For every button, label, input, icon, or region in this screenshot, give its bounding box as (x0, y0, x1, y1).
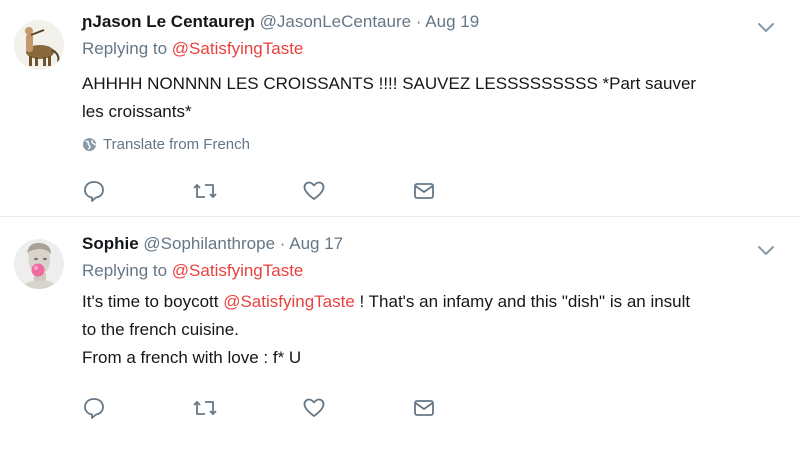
translate-link[interactable]: Translate from French (82, 136, 780, 153)
like-button[interactable] (302, 395, 412, 421)
tweet-text-segment: It's time to boycott (82, 292, 224, 311)
display-name[interactable]: ɲJason Le Centaureɲ (82, 12, 255, 31)
replying-to-mention[interactable]: @SatisfyingTaste (172, 39, 304, 58)
avatar[interactable] (14, 239, 64, 289)
reply-button[interactable] (82, 395, 192, 421)
like-icon (303, 181, 325, 200)
direct-message-button[interactable] (412, 178, 522, 204)
chevron-down-icon (758, 246, 774, 255)
replying-to: Replying to @SatisfyingTaste (82, 258, 780, 284)
retweet-icon (193, 184, 217, 198)
reply-button[interactable] (82, 178, 192, 204)
replying-to: Replying to @SatisfyingTaste (82, 36, 780, 62)
centaur-avatar-icon (14, 20, 64, 70)
reply-icon (84, 181, 104, 202)
tweet-text: AHHHH NONNNN LES CROISSANTS !!!! SAUVEZ … (82, 70, 780, 126)
display-name[interactable]: Sophie (82, 234, 139, 253)
user-handle[interactable]: @JasonLeCentaure (260, 12, 411, 31)
tweet-date[interactable]: Aug 17 (289, 234, 343, 253)
avatar[interactable] (14, 20, 64, 70)
message-icon (414, 183, 434, 199)
tweet-text-segment: ! That's an infamy and this "dish" is an… (354, 292, 691, 311)
direct-message-button[interactable] (412, 395, 522, 421)
tweet-text: It's time to boycott @SatisfyingTaste ! … (82, 288, 780, 372)
tweet-text-line: les croissants* (82, 102, 192, 121)
tweet-menu-button[interactable] (752, 12, 780, 36)
tweet-content: Sophie @Sophilanthrope · Aug 17 Replying… (82, 231, 780, 372)
inline-mention[interactable]: @SatisfyingTaste (223, 292, 355, 311)
replying-prefix: Replying to (82, 39, 168, 58)
like-button[interactable] (302, 178, 412, 204)
translate-label: Translate from French (103, 136, 250, 153)
statue-bubblegum-avatar-icon (14, 239, 64, 289)
tweet-actions (82, 178, 522, 204)
retweet-icon (193, 401, 217, 415)
tweet[interactable]: Sophie @Sophilanthrope · Aug 17 Replying… (0, 217, 800, 460)
separator: · (415, 12, 422, 31)
tweet-actions (82, 395, 522, 421)
like-icon (303, 398, 325, 417)
tweet-content: ɲJason Le Centaureɲ @JasonLeCentaure · A… (82, 8, 780, 153)
tweet-text-line: It's time to boycott @SatisfyingTaste ! … (82, 288, 780, 316)
message-icon (414, 400, 434, 416)
chevron-down-icon (758, 23, 774, 32)
reply-icon (84, 398, 104, 419)
tweet[interactable]: ɲJason Le Centaureɲ @JasonLeCentaure · A… (0, 0, 800, 217)
tweet-text-line: to the french cuisine. (82, 320, 239, 339)
tweet-header: Sophie @Sophilanthrope · Aug 17 (82, 230, 780, 258)
user-handle[interactable]: @Sophilanthrope (143, 234, 275, 253)
retweet-button[interactable] (192, 395, 302, 421)
replying-to-mention[interactable]: @SatisfyingTaste (172, 261, 304, 280)
tweet-header: ɲJason Le Centaureɲ @JasonLeCentaure · A… (82, 8, 780, 36)
replying-prefix: Replying to (82, 261, 168, 280)
tweet-text-line: From a french with love : f* U (82, 348, 302, 367)
globe-icon (82, 137, 97, 152)
separator: · (279, 234, 286, 253)
retweet-button[interactable] (192, 178, 302, 204)
tweet-menu-button[interactable] (752, 235, 780, 259)
tweet-date[interactable]: Aug 19 (425, 12, 479, 31)
tweet-text-line: AHHHH NONNNN LES CROISSANTS !!!! SAUVEZ … (82, 74, 697, 93)
